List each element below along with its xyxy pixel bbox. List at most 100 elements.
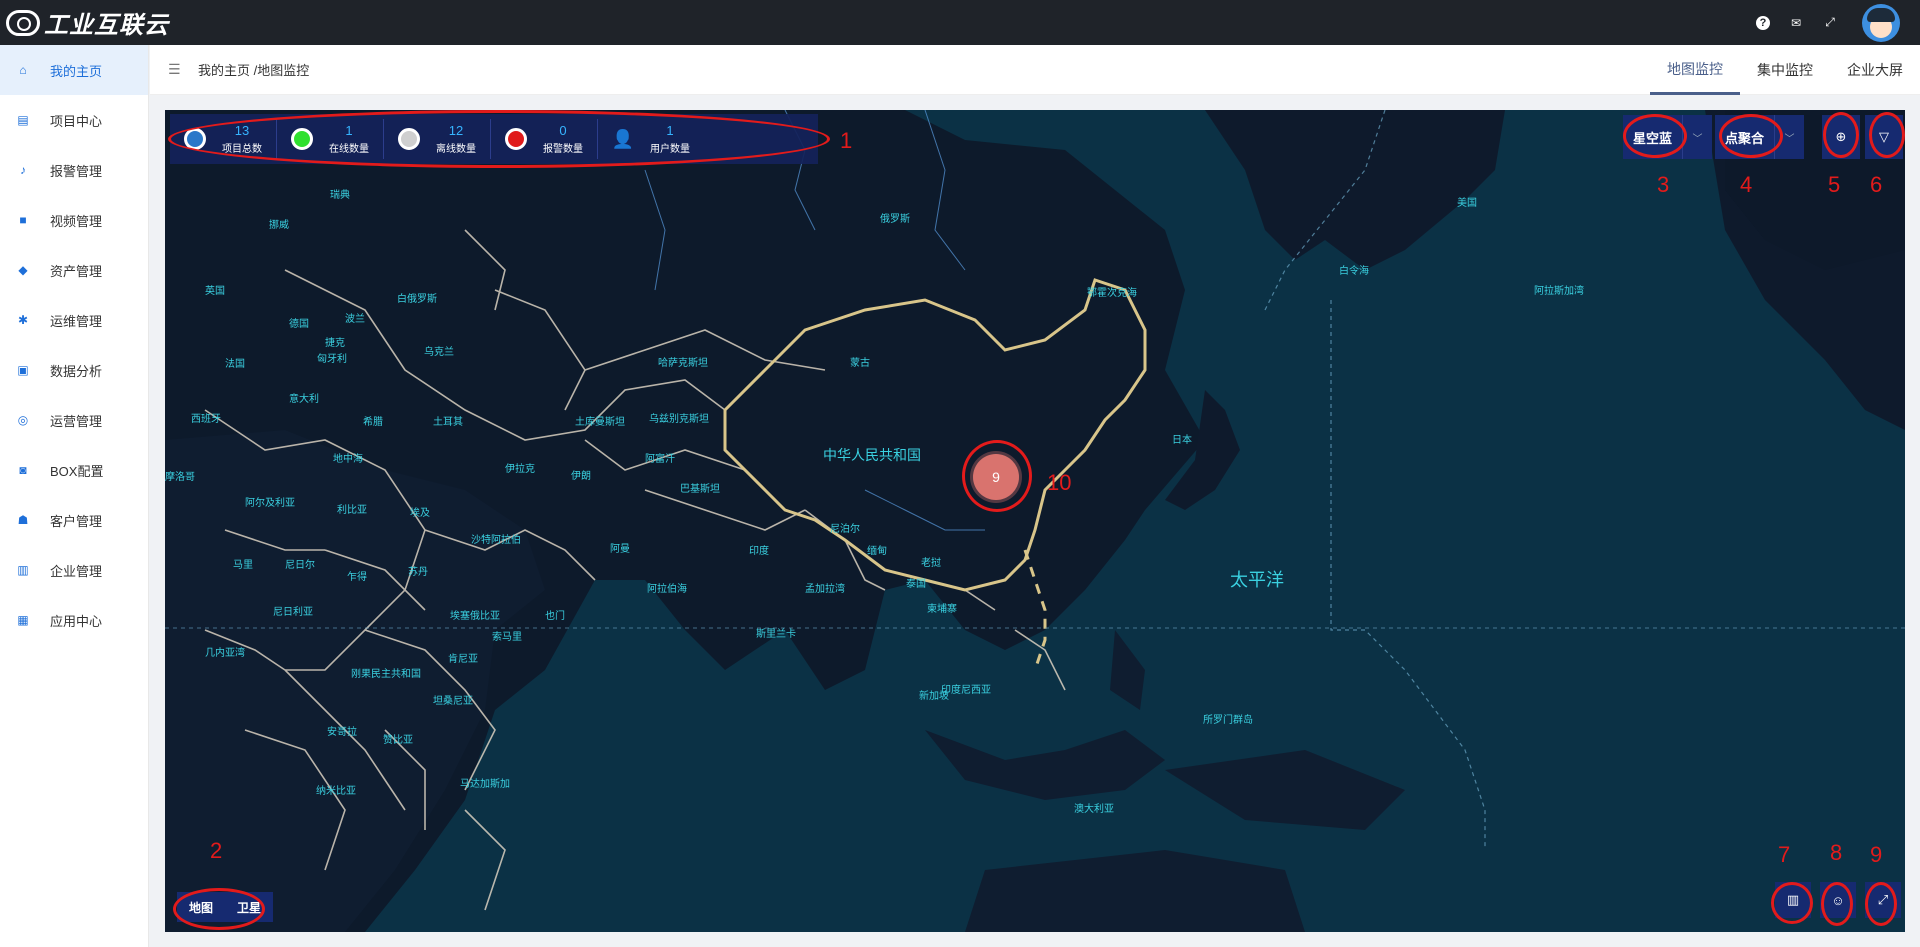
menu-toggle-icon[interactable]: ☰ xyxy=(168,61,182,78)
map-label-morocco: 摩洛哥 xyxy=(165,472,195,483)
map-label-sri-lanka: 斯里兰卡 xyxy=(756,629,796,640)
annotation-circle-6 xyxy=(1869,112,1905,158)
sidebar-item-8[interactable]: ◙ BOX配置 xyxy=(0,445,148,495)
home-icon: ⌂ xyxy=(19,63,27,77)
map-label-alaska: 阿拉斯加湾 xyxy=(1534,286,1584,297)
project-icon: ▤ xyxy=(17,113,29,127)
sidebar-item-10[interactable]: ▥ 企业管理 xyxy=(0,545,148,595)
map-label-china: 中华人民共和国 xyxy=(823,447,921,463)
map-label-france: 法国 xyxy=(225,359,245,370)
mail-icon[interactable]: ✉ xyxy=(1788,15,1804,31)
map-label-zambia: 赞比亚 xyxy=(383,735,413,746)
sidebar-item-3[interactable]: ■ 视频管理 xyxy=(0,195,148,245)
map-label-singapore: 新加坡 xyxy=(919,691,949,702)
annotation-circle-10 xyxy=(962,440,1032,512)
map-label-turkey: 土耳其 xyxy=(433,417,463,428)
fullscreen-icon[interactable]: ⤢ xyxy=(1822,15,1838,31)
map-label-yemen: 也门 xyxy=(545,611,565,622)
tab-central-monitor[interactable]: 集中监控 xyxy=(1740,45,1830,95)
top-header: 工业互联云 ? ✉ ⤢ xyxy=(0,0,1920,45)
sidebar-item-9[interactable]: ☗ 客户管理 xyxy=(0,495,148,545)
map-label-sudan: 苏丹 xyxy=(408,567,428,578)
map-label-namibia: 纳米比亚 xyxy=(316,786,356,797)
sidebar-item-5[interactable]: ✱ 运维管理 xyxy=(0,295,148,345)
asset-icon: ◆ xyxy=(18,263,28,277)
map-label-laos: 老挝 xyxy=(921,558,941,569)
world-map xyxy=(165,110,1905,932)
view-tabs: 地图监控 集中监控 企业大屏 xyxy=(1650,45,1920,95)
map-canvas[interactable]: 太平洋 中华人民共和国 俄罗斯 蒙古 哈萨克斯坦 日本 印度 阿拉伯海 孟加拉湾… xyxy=(165,110,1905,932)
map-label-kenya: 肯尼亚 xyxy=(448,654,478,665)
map-label-pakistan: 巴基斯坦 xyxy=(680,484,720,495)
sidebar-item-4[interactable]: ◆ 资产管理 xyxy=(0,245,148,295)
box-icon: ◙ xyxy=(19,463,27,477)
map-label-poland: 波兰 xyxy=(345,314,365,325)
help-icon[interactable]: ? xyxy=(1756,15,1770,30)
breadcrumb: 我的主页 /地图监控 xyxy=(198,63,310,78)
map-label-india: 印度 xyxy=(749,546,769,557)
annotation-label-2: 2 xyxy=(210,838,223,863)
sidebar-item-label: 运维管理 xyxy=(50,313,103,329)
apps-icon: ▦ xyxy=(17,613,29,627)
map-label-madagascar: 马达加斯加 xyxy=(460,779,510,790)
video-icon: ■ xyxy=(19,213,27,227)
map-label-afghanistan: 阿富汗 xyxy=(645,454,675,465)
header-actions: ? ✉ ⤢ xyxy=(1756,0,1900,45)
map-label-gulf-guinea: 几内亚湾 xyxy=(205,648,245,659)
map-label-japan: 日本 xyxy=(1172,435,1192,446)
map-label-kazakhstan: 哈萨克斯坦 xyxy=(658,358,708,369)
annotation-label-10: 10 xyxy=(1047,470,1072,495)
sidebar-item-label: 资产管理 xyxy=(50,263,103,279)
user-avatar[interactable] xyxy=(1862,3,1900,42)
map-label-angola: 安哥拉 xyxy=(327,727,357,738)
map-label-niger: 尼日尔 xyxy=(285,560,315,571)
annotation-circle-4 xyxy=(1719,114,1783,158)
map-label-chad: 乍得 xyxy=(347,572,367,583)
sidebar-item-2[interactable]: ♪ 报警管理 xyxy=(0,145,148,195)
map-label-okhotsk: 鄂霍次克海 xyxy=(1087,288,1137,299)
annotation-label-3: 3 xyxy=(1657,172,1670,197)
annotation-label-7: 7 xyxy=(1778,842,1791,867)
sidebar-item-label: 运营管理 xyxy=(50,413,103,429)
sidebar-item-0[interactable]: ⌂ 我的主页 xyxy=(0,45,148,95)
annotation-label-6: 6 xyxy=(1870,172,1883,197)
map-label-ethiopia: 埃塞俄比亚 xyxy=(450,611,500,622)
sidebar-item-label: 数据分析 xyxy=(50,363,103,379)
map-label-mongolia: 蒙古 xyxy=(850,358,870,369)
annotation-circle-3 xyxy=(1623,114,1687,158)
logo-text: 工业互联云 xyxy=(44,12,169,39)
annotation-circle-1 xyxy=(168,110,830,168)
tab-enterprise-screen[interactable]: 企业大屏 xyxy=(1830,45,1920,95)
map-label-uzbekistan: 乌兹别克斯坦 xyxy=(649,414,709,425)
map-label-cambodia: 柬埔寨 xyxy=(927,604,957,615)
annotation-label-9: 9 xyxy=(1870,842,1883,867)
map-label-egypt: 埃及 xyxy=(410,508,430,519)
sidebar-item-6[interactable]: ▣ 数据分析 xyxy=(0,345,148,395)
map-label-norway: 挪威 xyxy=(269,220,289,231)
map-label-ukraine: 乌克兰 xyxy=(424,347,454,358)
tab-map-monitor[interactable]: 地图监控 xyxy=(1650,45,1740,95)
users-icon: ☗ xyxy=(17,513,29,527)
sidebar: ⌂ 我的主页 ▤ 项目中心 ♪ 报警管理 ■ 视频管理 ◆ 资产管理 ✱ 运维管理 ▣ 数据分析 ◎ 运营管理… xyxy=(0,45,149,947)
map-label-algeria: 阿尔及利亚 xyxy=(245,498,295,509)
map-label-bering: 白令海 xyxy=(1339,266,1369,277)
sidebar-item-label: 企业管理 xyxy=(50,563,103,579)
annotation-label-5: 5 xyxy=(1828,172,1841,197)
annotation-circle-5 xyxy=(1823,112,1859,158)
map-label-sweden: 瑞典 xyxy=(330,190,350,201)
map-label-somalia: 索马里 xyxy=(492,632,522,643)
annotation-label-4: 4 xyxy=(1740,172,1753,197)
sidebar-item-label: 应用中心 xyxy=(50,613,103,629)
sidebar-item-1[interactable]: ▤ 项目中心 xyxy=(0,95,148,145)
map-label-iraq: 伊拉克 xyxy=(505,464,535,475)
map-label-russia: 俄罗斯 xyxy=(880,214,910,225)
app-logo[interactable]: 工业互联云 xyxy=(6,0,169,45)
gear-icon: ✱ xyxy=(17,313,29,327)
map-label-czech: 捷克 xyxy=(325,338,345,349)
map-label-oman: 阿曼 xyxy=(610,544,630,555)
annotation-circle-7 xyxy=(1771,882,1813,924)
sidebar-item-7[interactable]: ◎ 运营管理 xyxy=(0,395,148,445)
operate-icon: ◎ xyxy=(17,413,29,427)
map-label-pacific: 太平洋 xyxy=(1230,570,1284,590)
sidebar-item-11[interactable]: ▦ 应用中心 xyxy=(0,595,148,645)
